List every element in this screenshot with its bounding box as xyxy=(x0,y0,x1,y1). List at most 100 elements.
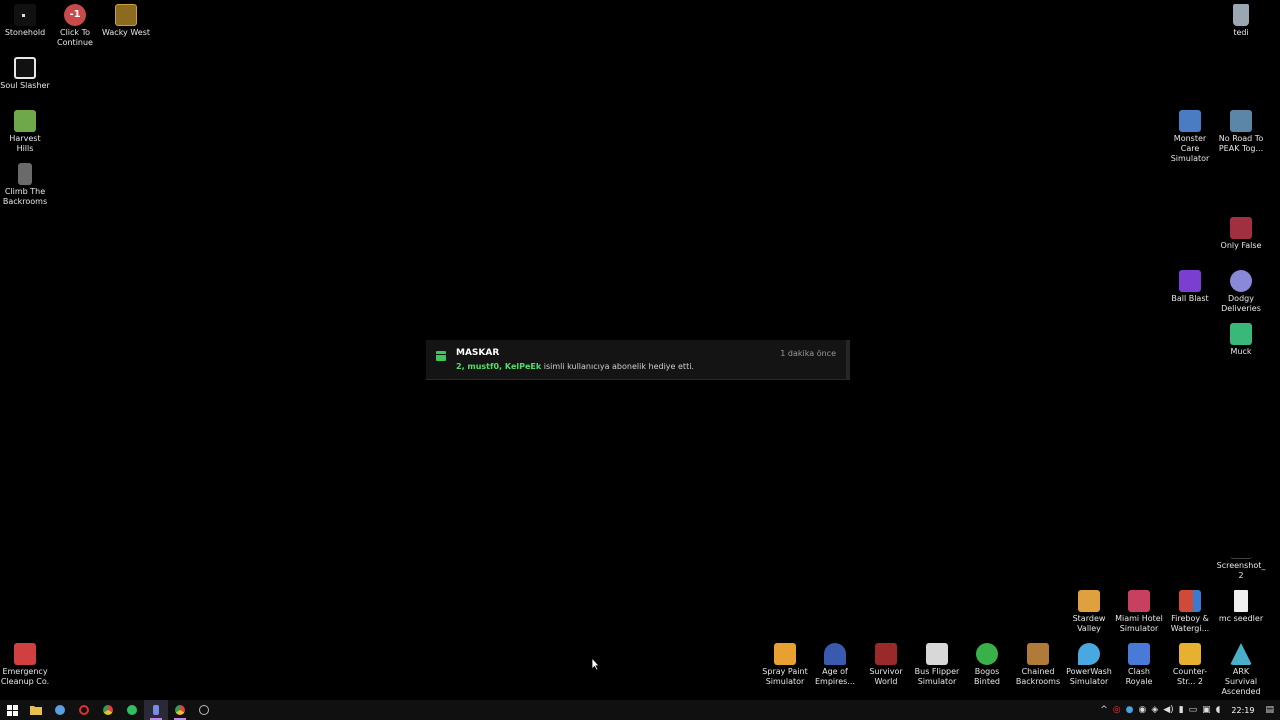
desktop-icon-chained-backrooms[interactable]: Chained Backrooms xyxy=(1013,643,1063,687)
steam-tray-icon[interactable]: ◉ xyxy=(1138,700,1146,720)
desktop-icon-stardew[interactable]: Stardew Valley xyxy=(1064,590,1114,634)
chrome-icon xyxy=(175,705,185,715)
desktop-icon-label: Stardew Valley xyxy=(1072,614,1106,633)
tray-app-blue-icon[interactable]: ● xyxy=(1126,700,1134,720)
taskbar-chrome-2[interactable] xyxy=(168,700,192,720)
ark-icon xyxy=(1230,643,1252,665)
taskbar-explorer[interactable] xyxy=(24,700,48,720)
chevron-up-icon[interactable]: ^ xyxy=(1100,700,1108,720)
desktop-icon-label: Counter-Str... 2 xyxy=(1172,667,1208,686)
notification-title: MASKAR xyxy=(456,348,500,358)
gift-icon xyxy=(436,351,446,361)
desktop-icon-label: Click To Continue xyxy=(57,28,93,47)
notification-center-icon[interactable]: ▤ xyxy=(1265,700,1274,720)
desktop-icon-label: Survivor World xyxy=(869,667,903,686)
desktop-icon-label: Wacky West xyxy=(102,28,150,37)
survivor-world-icon xyxy=(875,643,897,665)
desktop-icon-bogos-binted[interactable]: Bogos Binted xyxy=(962,643,1012,687)
desktop-icon-only-false[interactable]: Only False xyxy=(1216,217,1266,251)
desktop-icon-tedi[interactable]: tedi xyxy=(1216,4,1266,38)
desktop-icon-survivor-world[interactable]: Survivor World xyxy=(861,643,911,687)
desktop-icon-soul-slasher[interactable]: Soul Slasher xyxy=(0,57,50,91)
desktop-icon-label: PowerWash Simulator xyxy=(1066,667,1112,686)
opera-icon xyxy=(79,705,89,715)
desktop-icon-label: Muck xyxy=(1230,347,1252,356)
recycle-bin-icon xyxy=(1233,4,1249,26)
taskbar-active-app[interactable] xyxy=(144,700,168,720)
start-button[interactable] xyxy=(0,700,24,720)
taskbar-opera[interactable] xyxy=(72,700,96,720)
desktop-icon-stonehold[interactable]: Stonehold xyxy=(0,4,50,38)
display-icon[interactable]: ▣ xyxy=(1202,700,1211,720)
desktop-icon-ark[interactable]: ARK Survival Ascended xyxy=(1216,643,1266,697)
desktop-icon-emergency[interactable]: Emergency Cleanup Co. xyxy=(0,643,50,687)
desktop-icon-climb-backrooms[interactable]: Climb The Backrooms xyxy=(0,163,50,207)
image-file-icon xyxy=(1230,537,1252,559)
taskbar-spotify[interactable] xyxy=(120,700,144,720)
desktop-icon-label: Age of Empires... xyxy=(815,667,855,686)
desktop-icon-label: Harvest Hills xyxy=(9,134,41,153)
microphone-icon[interactable]: ▮ xyxy=(1179,700,1184,720)
miami-hotel-icon xyxy=(1128,590,1150,612)
stonehold-icon xyxy=(14,4,36,26)
desktop-icon-label: Ball Blast xyxy=(1171,294,1209,303)
desktop-icon-dodgy-deliveries[interactable]: Dodgy Deliveries xyxy=(1216,270,1266,314)
counter-strike-icon xyxy=(1179,643,1201,665)
desktop-icon-label: Clash Royale xyxy=(1125,667,1153,686)
desktop-icon-spray-paint[interactable]: Spray Paint Simulator xyxy=(760,643,810,687)
desktop-icon-age-empires[interactable]: Age of Empires... xyxy=(810,643,860,687)
desktop: Stonehold -1 Click To Continue Wacky Wes… xyxy=(0,0,1280,700)
desktop-icon-label: No Road To PEAK Tog... xyxy=(1218,134,1264,153)
desktop-icon-label: Dodgy Deliveries xyxy=(1221,294,1261,313)
desktop-icon-powerwash[interactable]: PowerWash Simulator xyxy=(1064,643,1114,687)
chrome-icon xyxy=(103,705,113,715)
desktop-icon-mc-seedler[interactable]: mc seedler xyxy=(1216,590,1266,624)
speaker-icon[interactable]: ◖ xyxy=(1216,700,1221,720)
no-road-icon xyxy=(1230,110,1252,132)
system-tray: ^ ◎ ● ◉ ◈ ◀) ▮ ▭ ▣ ◖ 22:19 ▤ xyxy=(1100,700,1280,720)
age-empires-icon xyxy=(824,643,846,665)
taskbar-obs[interactable] xyxy=(192,700,216,720)
desktop-icon-label: Soul Slasher xyxy=(0,81,50,90)
desktop-icon-fireboy[interactable]: Fireboy & Watergi... xyxy=(1165,590,1215,634)
desktop-icon-monster-care[interactable]: Monster Care Simulator xyxy=(1165,110,1215,164)
network-icon[interactable]: ◈ xyxy=(1151,700,1158,720)
fireboy-icon xyxy=(1179,590,1201,612)
taskbar-clock[interactable]: 22:19 xyxy=(1225,706,1260,715)
desktop-icon-no-road[interactable]: No Road To PEAK Tog... xyxy=(1216,110,1266,154)
subscription-gift-notification[interactable]: MASKAR 1 dakika önce 2, mustf0, KelPeEk … xyxy=(426,340,850,380)
bus-flipper-icon xyxy=(926,643,948,665)
monster-care-icon xyxy=(1179,110,1201,132)
app-icon xyxy=(153,705,159,715)
click-to-continue-icon: -1 xyxy=(64,4,86,26)
dodgy-deliveries-icon xyxy=(1230,270,1252,292)
taskbar-steam[interactable] xyxy=(48,700,72,720)
volume-icon[interactable]: ◀) xyxy=(1163,700,1173,720)
desktop-icon-label: Bus Flipper Simulator xyxy=(914,667,960,686)
chained-backrooms-icon xyxy=(1027,643,1049,665)
desktop-icon-bus-flipper[interactable]: Bus Flipper Simulator xyxy=(912,643,962,687)
tray-app-red-icon[interactable]: ◎ xyxy=(1113,700,1121,720)
desktop-icon-label: Spray Paint Simulator xyxy=(762,667,808,686)
text-file-icon xyxy=(1234,590,1248,612)
desktop-icon-counter-strike[interactable]: Counter-Str... 2 xyxy=(1165,643,1215,687)
mouse-cursor-icon xyxy=(591,657,600,671)
desktop-icon-harvest-hills[interactable]: Harvest Hills xyxy=(0,110,50,154)
desktop-icon-label: Chained Backrooms xyxy=(1015,667,1061,686)
desktop-icon-miami-hotel[interactable]: Miami Hotel Simulator xyxy=(1114,590,1164,634)
desktop-icon-muck[interactable]: Muck xyxy=(1216,323,1266,357)
desktop-icon-label: Bogos Binted xyxy=(974,667,1000,686)
desktop-icon-label: ARK Survival Ascended xyxy=(1221,667,1261,696)
desktop-icon-screenshot2[interactable]: Screenshot_2 xyxy=(1216,537,1266,581)
taskbar-chrome[interactable] xyxy=(96,700,120,720)
stardew-icon xyxy=(1078,590,1100,612)
desktop-icon-label: Monster Care Simulator xyxy=(1170,134,1210,163)
desktop-icon-ball-blast[interactable]: Ball Blast xyxy=(1165,270,1215,304)
desktop-icon-clash-royale[interactable]: Clash Royale xyxy=(1114,643,1164,687)
desktop-icon-click-to-continue[interactable]: -1 Click To Continue xyxy=(50,4,100,48)
keyboard-icon[interactable]: ▭ xyxy=(1189,700,1198,720)
wacky-west-icon xyxy=(115,4,137,26)
desktop-icon-label: Only False xyxy=(1220,241,1262,250)
desktop-icon-label: Climb The Backrooms xyxy=(2,187,48,206)
desktop-icon-wacky-west[interactable]: Wacky West xyxy=(101,4,151,38)
